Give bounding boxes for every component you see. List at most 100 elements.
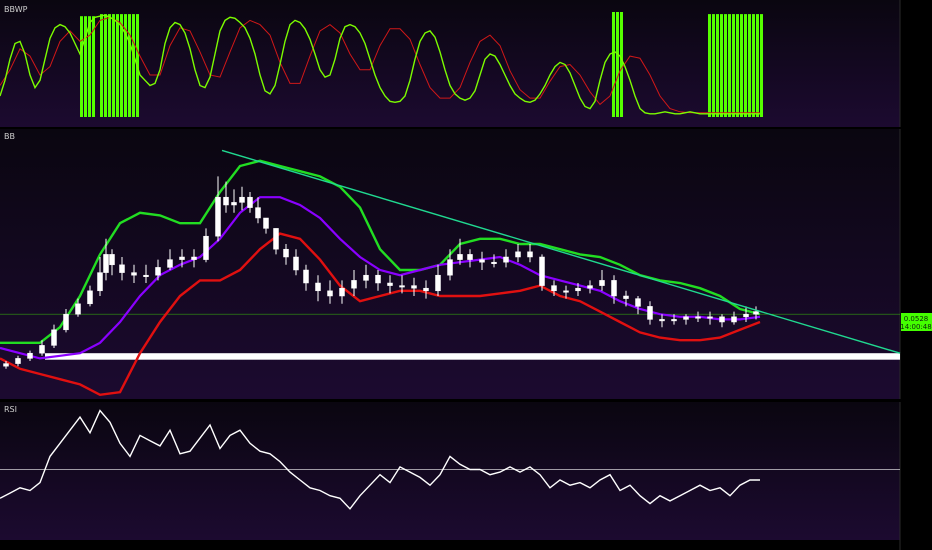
bbwp-bar-3-716 xyxy=(716,14,719,118)
candle-body-65 xyxy=(731,316,737,323)
candle-body-30 xyxy=(315,282,321,292)
candle-body-19 xyxy=(215,196,221,237)
bbwp-bar-3-720 xyxy=(720,14,723,118)
bbwp-bar-2-612 xyxy=(612,12,615,117)
candle-body-8 xyxy=(97,272,103,292)
candle-body-45 xyxy=(491,261,497,264)
candle-body-46 xyxy=(503,256,509,263)
candle-body-29 xyxy=(303,269,309,284)
candle-body-14 xyxy=(155,267,161,276)
candle-body-11 xyxy=(119,264,125,273)
bbwp-bar-3-748 xyxy=(748,14,751,118)
candle-body-47 xyxy=(515,251,521,258)
candle-body-31 xyxy=(327,290,333,297)
candle-body-53 xyxy=(587,285,593,289)
candle-body-66 xyxy=(743,313,749,318)
candle-body-35 xyxy=(375,274,381,284)
candle-body-36 xyxy=(387,282,393,286)
candle-body-1 xyxy=(15,358,21,364)
candle-body-50 xyxy=(551,285,557,292)
candle-body-63 xyxy=(707,316,713,319)
bb-pane-label: BB xyxy=(4,132,15,141)
candle-body-24 xyxy=(255,207,261,219)
candle-body-57 xyxy=(635,298,641,307)
bbwp-bar-3-724 xyxy=(724,14,727,118)
bbwp-bar-1-100 xyxy=(100,14,103,118)
candle-body-40 xyxy=(435,274,441,292)
support-zone-group xyxy=(45,353,900,360)
candle-body-43 xyxy=(467,254,473,260)
candle-body-4 xyxy=(51,329,57,346)
candle-body-21 xyxy=(231,202,237,206)
candle-body-18 xyxy=(203,235,209,260)
rsi-pane-background xyxy=(0,402,900,540)
candle-body-51 xyxy=(563,290,569,293)
bbwp-bar-1-128 xyxy=(128,14,131,118)
candle-body-20 xyxy=(223,196,229,206)
candle-body-3 xyxy=(39,345,45,354)
pane-separator-2[interactable] xyxy=(0,399,932,402)
bbwp-bar-1-108 xyxy=(108,14,111,118)
candle-body-22 xyxy=(239,196,245,203)
bbwp-bar-3-760 xyxy=(760,14,763,118)
candle-body-16 xyxy=(179,256,185,260)
bbwp-bar-2-616 xyxy=(616,12,619,117)
bbwp-bar-2-620 xyxy=(620,12,623,117)
bbwp-bar-3-732 xyxy=(732,14,735,118)
candle-body-49 xyxy=(539,256,545,286)
candle-body-23 xyxy=(247,196,253,208)
candle-body-61 xyxy=(683,316,689,320)
price-badge-countdown: 14:00:48 xyxy=(900,323,931,331)
candle-body-39 xyxy=(423,287,429,292)
rsi-pane-label: RSI xyxy=(4,405,17,414)
candle-body-59 xyxy=(659,319,665,322)
candle-body-67 xyxy=(753,311,759,315)
candle-body-48 xyxy=(527,251,533,258)
candle-body-41 xyxy=(447,259,453,276)
candle-body-33 xyxy=(351,280,357,289)
bbwp-bar-3-756 xyxy=(756,14,759,118)
candle-body-28 xyxy=(293,256,299,271)
candle-body-55 xyxy=(611,280,617,297)
bbwp-bar-0-80 xyxy=(80,16,83,118)
bbwp-bar-3-712 xyxy=(712,14,715,118)
candle-body-32 xyxy=(339,287,345,297)
candle-body-25 xyxy=(263,217,269,229)
bbwp-bar-1-112 xyxy=(112,14,115,118)
candle-body-58 xyxy=(647,306,653,320)
support-zone xyxy=(45,353,900,360)
bbwp-bar-3-752 xyxy=(752,14,755,118)
trading-chart[interactable]: BBWP BB RSI 0.0528 14:00:48 xyxy=(0,0,932,550)
pane-separator-1[interactable] xyxy=(0,127,932,129)
price-badge: 0.0528 14:00:48 xyxy=(900,313,932,331)
bbwp-bar-3-744 xyxy=(744,14,747,118)
price-badge-price: 0.0528 xyxy=(904,315,929,323)
bbwp-bar-3-736 xyxy=(736,14,739,118)
candle-body-27 xyxy=(283,248,289,258)
candle-body-64 xyxy=(719,316,725,323)
candle-body-37 xyxy=(399,285,405,288)
candle-body-62 xyxy=(695,316,701,319)
candle-body-12 xyxy=(131,272,137,276)
bbwp-bar-0-88 xyxy=(88,16,91,118)
candle-body-34 xyxy=(363,274,369,281)
candle-body-0 xyxy=(3,363,9,367)
candle-body-26 xyxy=(273,228,279,250)
candle-body-52 xyxy=(575,287,581,292)
candle-body-15 xyxy=(167,259,173,268)
candle-body-6 xyxy=(75,303,81,315)
candle-body-10 xyxy=(109,254,115,266)
bbwp-pane-label: BBWP xyxy=(4,5,28,14)
candle-body-13 xyxy=(143,274,149,277)
candle-body-42 xyxy=(457,254,463,260)
candle-body-2 xyxy=(27,352,33,359)
price-axis[interactable] xyxy=(900,0,932,550)
candle-body-5 xyxy=(63,313,69,331)
candle-body-9 xyxy=(103,254,109,273)
candle-body-54 xyxy=(599,280,605,286)
bbwp-bar-3-740 xyxy=(740,14,743,118)
candle-body-44 xyxy=(479,259,485,263)
bbwp-bar-1-132 xyxy=(132,14,135,118)
bbwp-bar-1-116 xyxy=(116,14,119,118)
candle-body-17 xyxy=(191,256,197,260)
